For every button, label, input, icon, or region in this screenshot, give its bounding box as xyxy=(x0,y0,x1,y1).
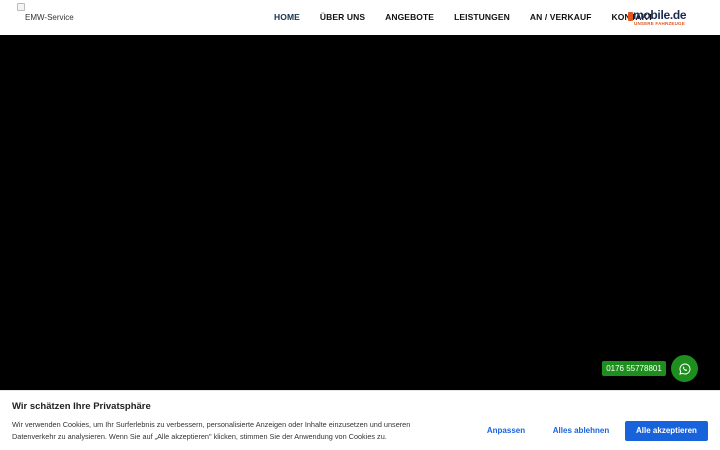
mobile-de-tagline: UNSERE FAHRZEUGE xyxy=(634,21,685,26)
nav-angebote[interactable]: ANGEBOTE xyxy=(375,0,444,35)
phone-badge[interactable]: 0176 55778801 xyxy=(602,361,666,376)
cookie-description: Wir verwenden Cookies, um Ihr Surferlebn… xyxy=(12,420,411,441)
nav-an-verkauf-label: AN / VERKAUF xyxy=(529,12,592,22)
nav-leistungen[interactable]: LEISTUNGEN xyxy=(444,0,520,35)
mobile-de-logo[interactable]: mobile.de UNSERE FAHRZEUGE xyxy=(628,8,696,28)
whatsapp-button[interactable] xyxy=(671,355,698,382)
nav-ueber-uns-label: ÜBER UNS xyxy=(319,12,366,22)
accept-all-button[interactable]: Alle akzeptieren xyxy=(625,421,708,441)
reject-all-button[interactable]: Alles ablehnen xyxy=(546,421,616,441)
cookie-banner: Wir schätzen Ihre Privatsphäre Wir verwe… xyxy=(0,390,720,450)
site-logo[interactable]: EMW-Service xyxy=(17,3,137,31)
main-nav: HOME ÜBER UNS ANGEBOTE LEISTUNGEN AN / V… xyxy=(264,0,663,37)
nav-leistungen-label: LEISTUNGEN xyxy=(454,12,510,22)
nav-home[interactable]: HOME xyxy=(264,0,310,37)
mobile-de-wordmark: mobile.de xyxy=(633,8,687,22)
cookie-title: Wir schätzen Ihre Privatsphäre xyxy=(12,401,151,412)
whatsapp-icon xyxy=(678,362,690,375)
broken-image-icon xyxy=(17,3,25,11)
nav-ueber-uns[interactable]: ÜBER UNS xyxy=(310,0,375,35)
logo-alt-text: EMW-Service xyxy=(25,13,74,22)
nav-angebote-label: ANGEBOTE xyxy=(385,12,435,22)
nav-an-verkauf[interactable]: AN / VERKAUF xyxy=(520,0,602,35)
hero-video xyxy=(0,35,720,390)
site-header: EMW-Service HOME ÜBER UNS ANGEBOTE LEIST… xyxy=(0,0,720,37)
customize-button[interactable]: Anpassen xyxy=(476,421,536,441)
nav-home-label: HOME xyxy=(274,12,300,22)
